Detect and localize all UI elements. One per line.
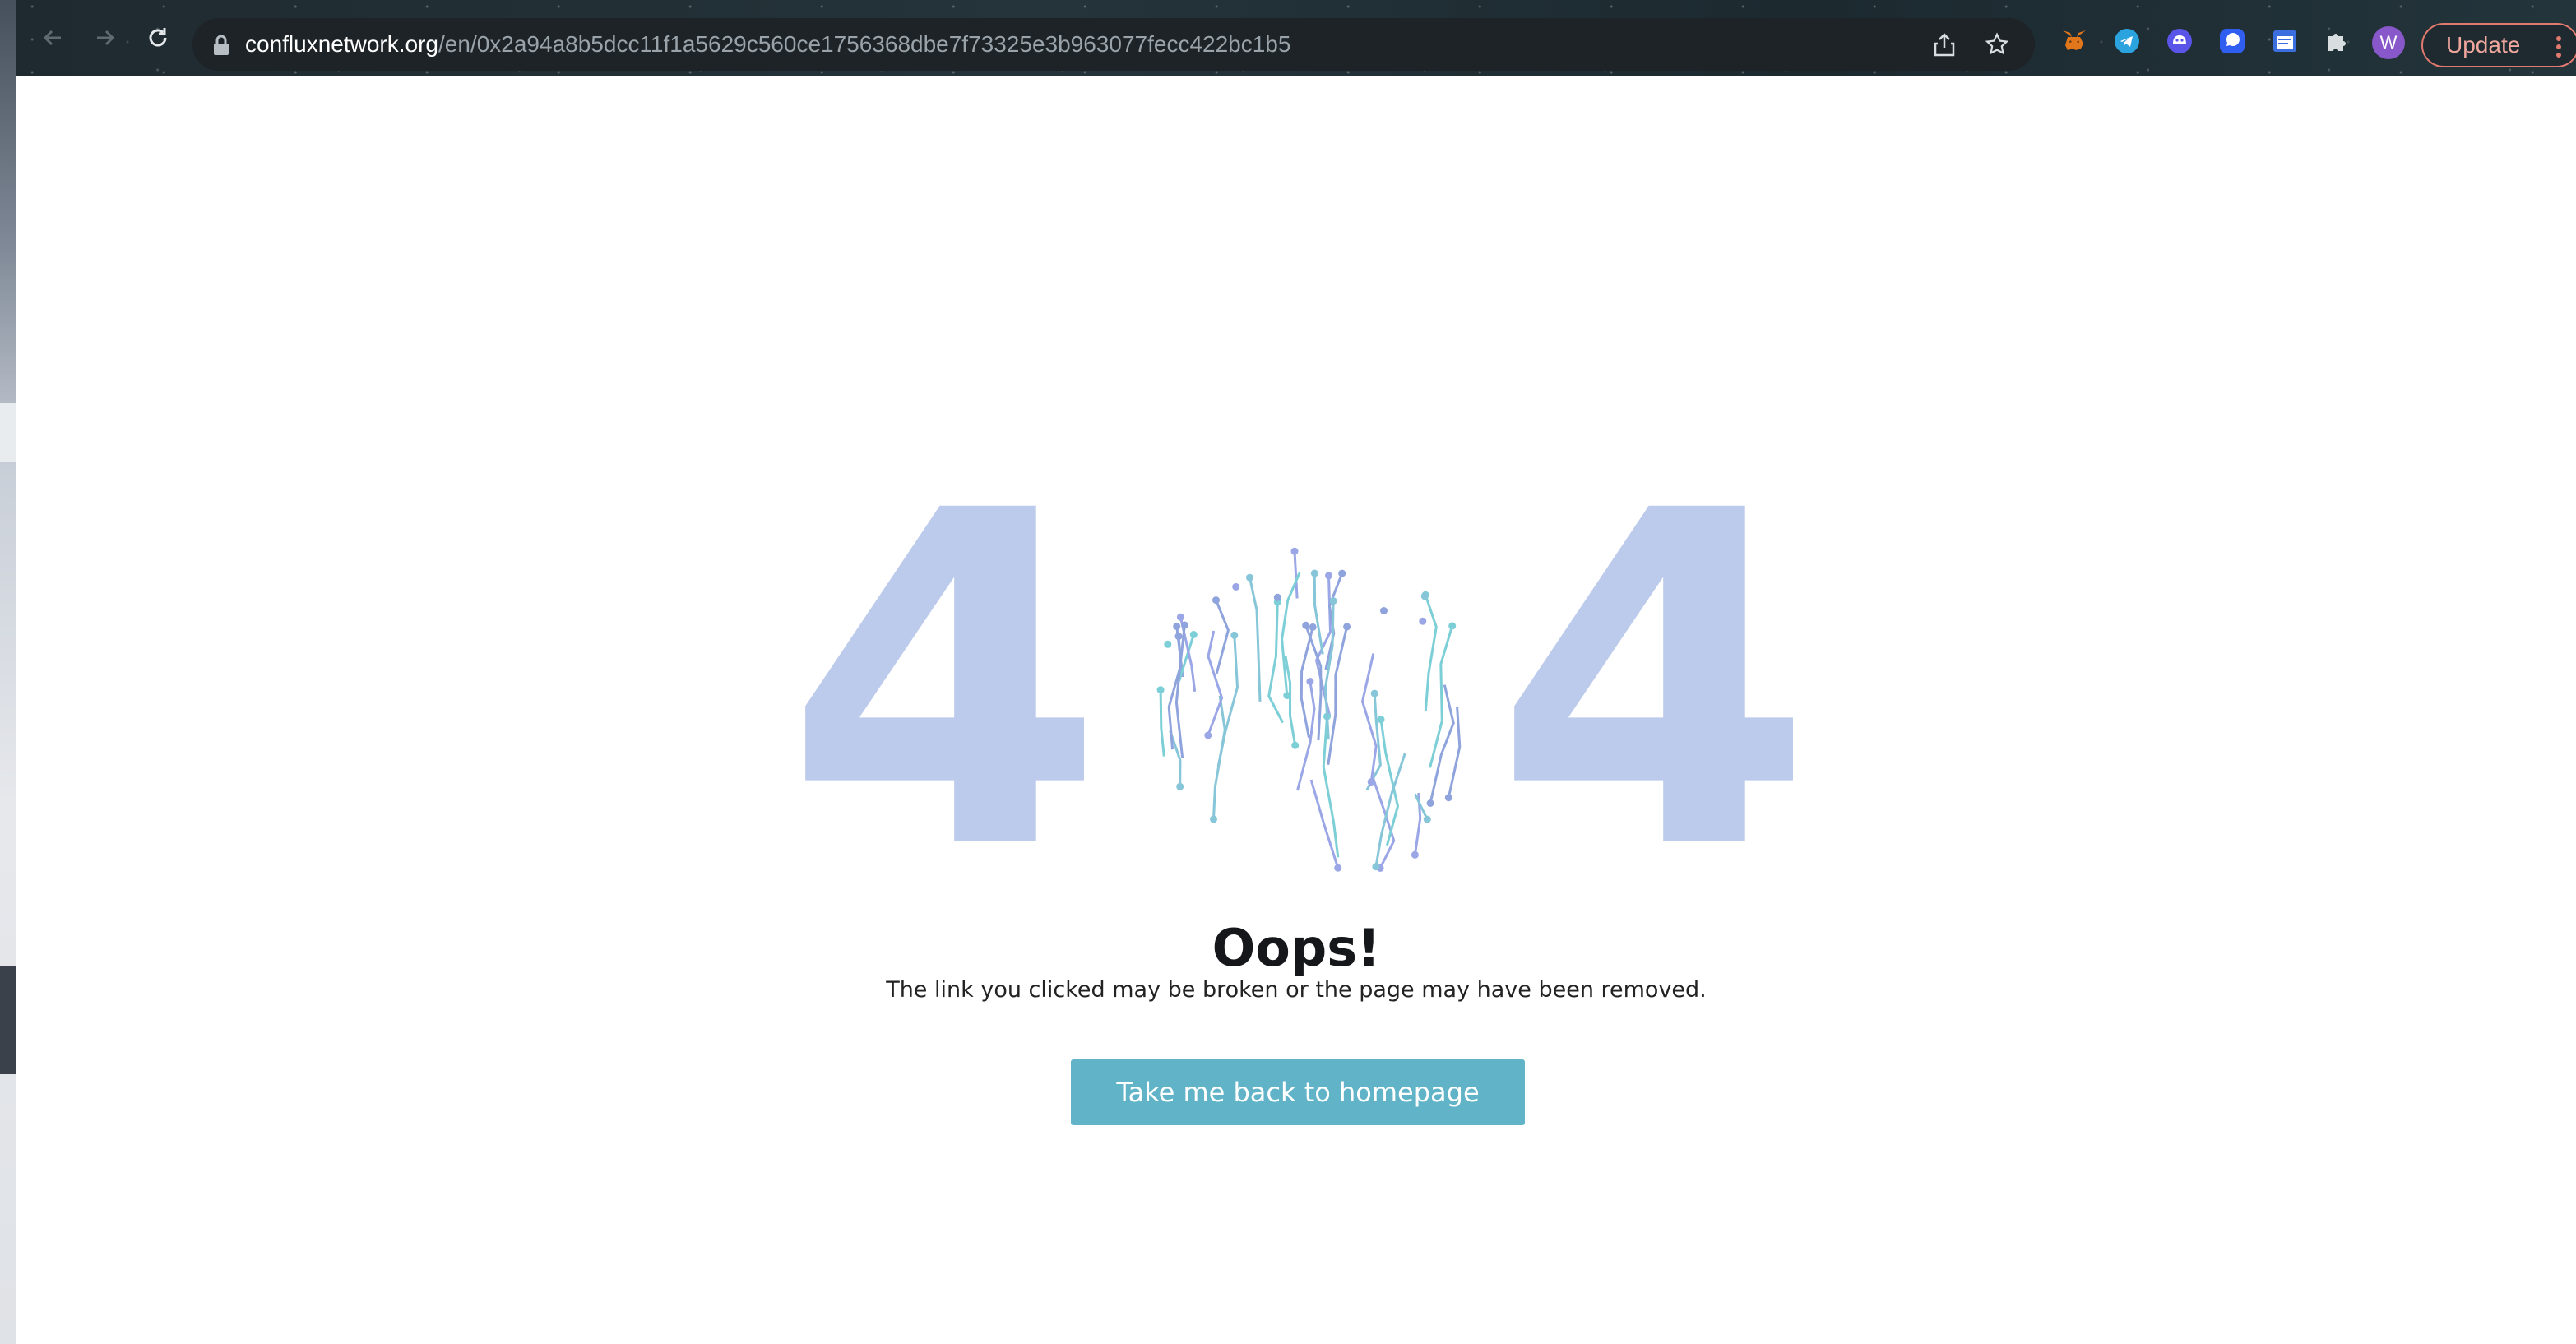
- bookmark-button[interactable]: [1984, 31, 2010, 58]
- arrow-left-icon: [43, 30, 61, 46]
- telegram-icon: [2115, 29, 2139, 53]
- circuit-node: [1423, 815, 1431, 823]
- address-bar[interactable]: confluxnetwork.org/en/0x2a94a8b5dcc11f1a…: [192, 18, 2035, 71]
- extension-telegram[interactable]: [2114, 28, 2140, 54]
- circuit-trace: [1293, 551, 1299, 599]
- circuit-node: [1338, 569, 1346, 577]
- circuit-node: [1232, 582, 1240, 591]
- circuit-node: [1448, 622, 1457, 630]
- circuit-node: [1210, 815, 1217, 823]
- arrow-right-icon: [97, 30, 115, 46]
- background-window-edge: [0, 0, 16, 1344]
- circuit-trace: [1360, 653, 1378, 782]
- circuit-node: [1302, 621, 1310, 629]
- circuit-node: [1377, 716, 1385, 724]
- circuit-brain-icon: [1156, 547, 1462, 872]
- extension-ghost[interactable]: [2166, 28, 2193, 54]
- share-icon: [1934, 33, 1955, 57]
- circuit-trace: [1313, 572, 1324, 655]
- circuit-trace: [1267, 601, 1285, 724]
- circuit-node: [1176, 613, 1184, 621]
- url-path: /en/0x2a94a8b5dcc11f1a5629c560ce1756368d…: [438, 31, 1291, 57]
- circuit-trace: [1174, 624, 1186, 759]
- circuit-trace: [1284, 656, 1297, 746]
- update-button[interactable]: Update: [2421, 23, 2576, 67]
- circuit-node: [1173, 622, 1181, 630]
- circuit-node: [1444, 794, 1452, 802]
- circuit-node: [1230, 631, 1239, 639]
- background-window-panel: [0, 403, 16, 462]
- circuit-trace: [1249, 577, 1262, 702]
- share-button[interactable]: [1931, 31, 1957, 58]
- circuit-node: [1309, 623, 1317, 631]
- url-host: confluxnetwork.org: [245, 31, 439, 57]
- background-window-panel-dark: [0, 966, 16, 1074]
- circuit-node: [1310, 569, 1318, 577]
- circuit-node: [1329, 597, 1337, 605]
- circuit-node: [1343, 623, 1351, 631]
- digit-four-right: 4: [1494, 415, 1814, 951]
- circuit-trace: [1215, 600, 1230, 674]
- profile-avatar[interactable]: W: [2372, 26, 2405, 59]
- circuit-node: [1306, 678, 1314, 685]
- circuit-node: [1325, 572, 1332, 580]
- circuit-trace: [1447, 707, 1462, 799]
- circuit-trace: [1207, 630, 1224, 736]
- circuit-node: [1189, 631, 1198, 638]
- extension-metamask[interactable]: [2061, 28, 2087, 54]
- ghost-icon: [2167, 29, 2192, 53]
- circuit-node: [1290, 547, 1299, 555]
- lock-icon: [214, 35, 229, 55]
- circuit-trace: [1424, 594, 1438, 711]
- circuit-node: [1291, 741, 1300, 749]
- more-vert-icon: [2556, 36, 2561, 58]
- circuit-node: [1246, 573, 1253, 582]
- circuit-node: [1367, 778, 1375, 786]
- circuit-trace: [1296, 681, 1316, 791]
- circuit-node: [1372, 863, 1380, 871]
- circuit-node: [1156, 686, 1165, 694]
- circuit-node: [1419, 617, 1427, 625]
- url-text: confluxnetwork.org/en/0x2a94a8b5dcc11f1a…: [245, 18, 1290, 71]
- circuit-node: [1411, 850, 1419, 859]
- circuit-node: [1204, 731, 1212, 739]
- error-page: 4 4 Oops! The link you clicked may be br…: [16, 76, 2576, 1344]
- circuit-node: [1273, 593, 1281, 601]
- circuit-node: [1370, 689, 1378, 697]
- circuit-node: [1420, 592, 1429, 600]
- error-404-graphic: 4 4: [785, 452, 1834, 913]
- update-button-label: Update: [2446, 32, 2521, 58]
- puzzle-icon: [2328, 34, 2346, 51]
- circuit-trace: [1314, 575, 1332, 716]
- circuit-node: [1164, 640, 1172, 648]
- metamask-fox-icon: [2063, 30, 2086, 50]
- circuit-node: [1212, 596, 1220, 605]
- error-title: Oops!: [1212, 918, 1381, 978]
- circuit-trace: [1322, 716, 1340, 858]
- back-button[interactable]: [36, 21, 69, 54]
- circuit-node: [1283, 692, 1291, 700]
- forward-button[interactable]: [89, 21, 122, 54]
- window-icon: [2273, 30, 2296, 52]
- circuit-node: [1380, 607, 1388, 614]
- circuit-trace: [1159, 689, 1165, 757]
- chat-bubble-icon: [2220, 29, 2245, 53]
- circuit-node: [1426, 799, 1434, 807]
- browser-toolbar: confluxnetwork.org/en/0x2a94a8b5dcc11f1a…: [16, 0, 2576, 76]
- extensions-menu-button[interactable]: [2324, 28, 2351, 54]
- circuit-node: [1174, 633, 1183, 641]
- star-icon: [1985, 32, 2009, 55]
- reload-button[interactable]: [141, 21, 174, 54]
- error-message: The link you clicked may be broken or th…: [886, 977, 1707, 1003]
- circuit-node: [1180, 621, 1188, 629]
- back-to-homepage-button[interactable]: Take me back to homepage: [1071, 1059, 1525, 1125]
- extension-chat[interactable]: [2219, 28, 2245, 54]
- reload-icon: [149, 28, 167, 47]
- digit-four-left: 4: [785, 415, 1105, 951]
- circuit-node: [1334, 864, 1342, 872]
- circuit-node: [1176, 782, 1184, 790]
- extension-window[interactable]: [2272, 28, 2298, 54]
